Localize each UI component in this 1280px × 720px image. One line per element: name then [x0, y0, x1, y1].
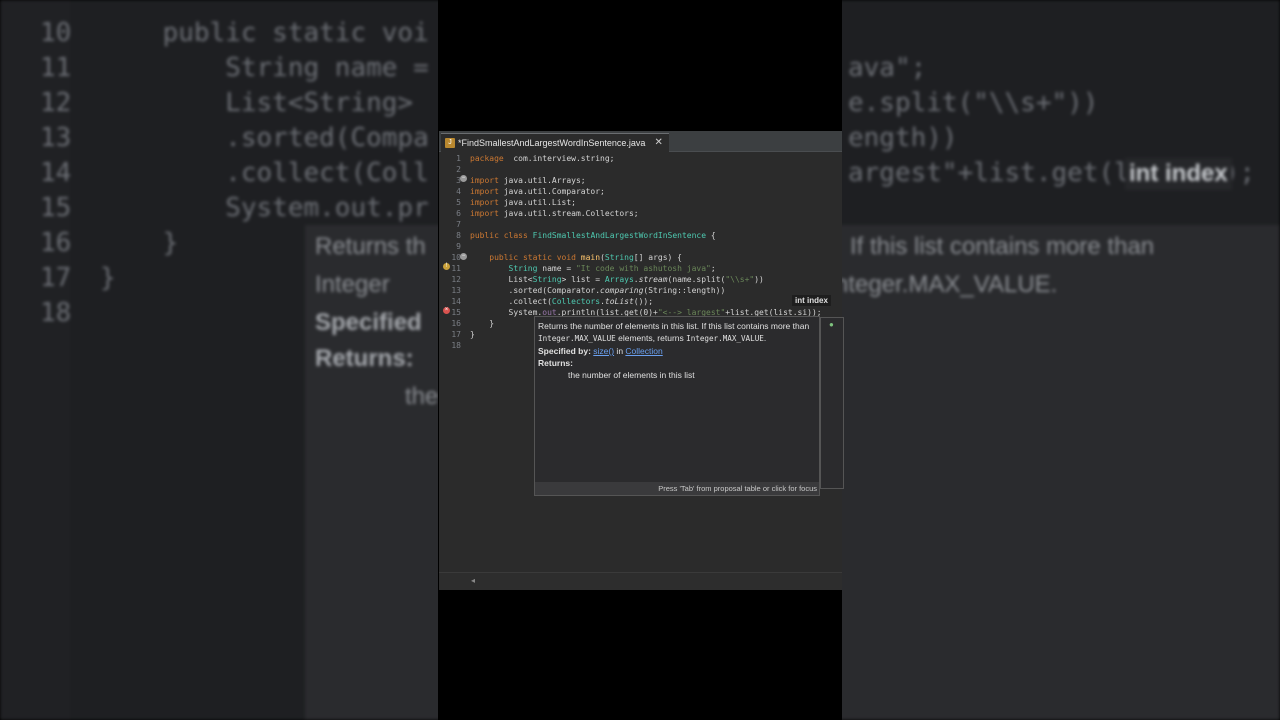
- error-icon: ×: [443, 307, 450, 314]
- code-line[interactable]: import java.util.List;: [470, 198, 576, 207]
- bg-line-number: 11: [40, 53, 72, 83]
- line-number: 2: [456, 165, 461, 174]
- bg-line-number: 17: [40, 263, 72, 293]
- bg-code-line: System.out.pr: [100, 193, 429, 223]
- code-line[interactable]: package com.interview.string;: [470, 154, 615, 163]
- bg-code-line: e.split("\\s+")): [848, 88, 1099, 118]
- line-number: 5: [456, 198, 461, 207]
- line-number: 18: [451, 341, 461, 350]
- collection-link[interactable]: Collection: [625, 346, 662, 356]
- code-line[interactable]: import java.util.Comparator;: [470, 187, 605, 196]
- line-number: 7: [456, 220, 461, 229]
- bg-line-number: 10: [40, 18, 72, 48]
- doc-specified-by: Specified by: size() in Collection: [538, 346, 663, 356]
- doc-description: Returns the number of elements in this l…: [538, 321, 810, 331]
- proposal-table[interactable]: ●: [820, 317, 844, 489]
- bg-code-line: ength)): [848, 123, 958, 153]
- code-line[interactable]: public class FindSmallestAndLargestWordI…: [470, 231, 716, 240]
- bg-line-number: 18: [40, 298, 72, 328]
- eclipse-editor-window: J *FindSmallestAndLargestWordInSentence.…: [439, 131, 844, 590]
- line-number: 9: [456, 242, 461, 251]
- line-number: 6: [456, 209, 461, 218]
- bg-line-number: 12: [40, 88, 72, 118]
- javadoc-popup[interactable]: Returns the number of elements in this l…: [534, 316, 820, 496]
- bg-line-number: 14: [40, 158, 72, 188]
- bg-tip-text: If this list contains more than: [850, 233, 1155, 260]
- line-number: 10: [451, 253, 461, 262]
- bg-code-line: }: [100, 263, 116, 293]
- bg-code-line: ava";: [848, 53, 927, 83]
- bg-hint: int index: [1125, 158, 1232, 190]
- bg-code-line: String name =: [100, 53, 429, 83]
- bg-tip-text: nteger.MAX_VALUE.: [835, 271, 1058, 298]
- line-number: 3: [456, 176, 461, 185]
- doc-description-2: Integer.MAX_VALUE elements, returns Inte…: [538, 333, 767, 343]
- code-line[interactable]: List<String> list = Arrays.stream(name.s…: [470, 275, 764, 284]
- warning-icon: !: [443, 263, 450, 270]
- editor-tab-bar: J *FindSmallestAndLargestWordInSentence.…: [439, 131, 842, 152]
- code-line[interactable]: import java.util.Arrays;: [470, 176, 586, 185]
- java-file-icon: J: [445, 138, 455, 148]
- bg-line-number: 13: [40, 123, 72, 153]
- line-number: 12: [451, 275, 461, 284]
- line-number: 1: [456, 154, 461, 163]
- line-number: 8: [456, 231, 461, 240]
- line-number: 16: [451, 319, 461, 328]
- parameter-hint: int index: [792, 295, 831, 306]
- bg-line-number: 16: [40, 228, 72, 258]
- code-line[interactable]: }: [470, 319, 494, 328]
- bg-code-line: }: [100, 228, 179, 258]
- bg-code-line: .sorted(Compa: [100, 123, 429, 153]
- code-line[interactable]: .sorted(Comparator.comparing(String::len…: [470, 286, 726, 295]
- code-line[interactable]: }: [470, 330, 475, 339]
- line-number: 14: [451, 297, 461, 306]
- tab-title: *FindSmallestAndLargestWordInSentence.ja…: [458, 138, 646, 148]
- line-number: 17: [451, 330, 461, 339]
- fold-icon[interactable]: −: [460, 175, 467, 182]
- bg-line-number: 15: [40, 193, 72, 223]
- size-method-link[interactable]: size(): [593, 346, 614, 356]
- code-line[interactable]: import java.util.stream.Collectors;: [470, 209, 639, 218]
- close-icon[interactable]: ✕: [654, 134, 662, 152]
- code-line[interactable]: String name = "It code with ashutosh jav…: [470, 264, 716, 273]
- scroll-left-icon[interactable]: ◂: [471, 576, 475, 585]
- popup-footer-hint[interactable]: Press 'Tab' from proposal table or click…: [535, 482, 819, 495]
- fold-icon[interactable]: −: [460, 253, 467, 260]
- editor-tab[interactable]: J *FindSmallestAndLargestWordInSentence.…: [441, 133, 669, 152]
- horizontal-scrollbar[interactable]: ◂: [439, 572, 842, 590]
- bg-code-line: .collect(Coll: [100, 158, 429, 188]
- bg-code-line: List<String>: [100, 88, 414, 118]
- code-line[interactable]: public static void main(String[] args) {: [470, 253, 682, 262]
- bg-tip-text: Returns th: [315, 233, 426, 260]
- bg-tip-text: Specified: [315, 309, 422, 336]
- line-number: 4: [456, 187, 461, 196]
- method-icon: ●: [829, 320, 834, 329]
- bg-tip-text: Returns:: [315, 345, 414, 372]
- bg-code-line: public static voi: [100, 18, 429, 48]
- code-line[interactable]: .collect(Collectors.toList());: [470, 297, 654, 306]
- line-number: 13: [451, 286, 461, 295]
- bg-tip-text: Integer: [315, 271, 390, 298]
- bg-tip-text: the: [405, 383, 439, 410]
- doc-returns-text: the number of elements in this list: [568, 370, 695, 380]
- doc-returns-label: Returns:: [538, 358, 573, 368]
